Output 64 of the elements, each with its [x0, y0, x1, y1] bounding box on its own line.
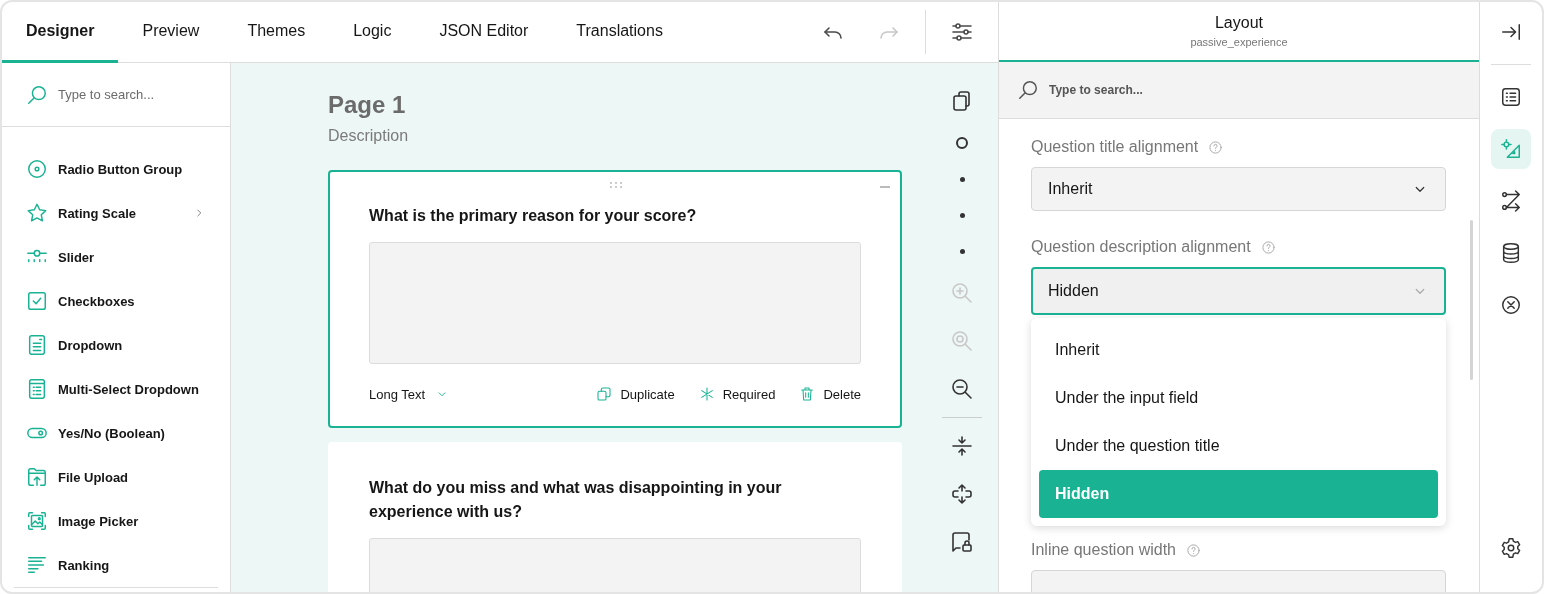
field-label: Question title alignment [1031, 138, 1199, 156]
toolbox-item[interactable]: Checkboxes [26, 279, 206, 324]
toolbox-item[interactable]: Image Picker [26, 499, 206, 544]
folder-upload-icon [26, 466, 48, 489]
tab[interactable]: Translations [552, 2, 687, 63]
required-button[interactable]: Required [698, 386, 776, 402]
tab[interactable]: Logic [329, 2, 416, 63]
page-navigator-dot[interactable] [956, 137, 968, 149]
search-field[interactable]: Type to search... [1047, 82, 1251, 98]
help-icon [1260, 239, 1276, 255]
question-title: What do you miss and what was disappointing in your experience with us? [369, 478, 783, 522]
collapse-panel-icon [1500, 21, 1522, 43]
tab[interactable]: Designer [2, 2, 119, 63]
toolbox-item[interactable]: Yes/No (Boolean) [26, 411, 206, 456]
search-field[interactable]: Type to search... [56, 86, 210, 104]
search-icon [26, 83, 48, 106]
tab[interactable]: Preview [118, 2, 224, 63]
panel-title: Layout [1214, 14, 1263, 32]
field-label: Inline question width [1031, 541, 1176, 559]
checkbox-icon [26, 290, 48, 313]
drag-handle-icon[interactable] [609, 181, 623, 189]
star-icon [26, 202, 48, 225]
page-navigator-dot[interactable] [959, 212, 965, 218]
page-title: Page 1 [328, 91, 407, 119]
settings-icon [1500, 537, 1522, 559]
dropdown-icon [26, 334, 48, 357]
list-icon [1500, 86, 1522, 108]
page-navigator-dot[interactable] [959, 248, 965, 254]
tab[interactable]: Themes [223, 2, 330, 63]
page-description: Description [328, 127, 410, 145]
toolbox-item[interactable]: Rating Scale [26, 191, 206, 236]
tab[interactable]: JSON Editor [415, 2, 553, 63]
dropdown-field[interactable]: Inherit [1031, 167, 1446, 211]
question-type-dropdown[interactable]: Long Text [369, 386, 450, 402]
question-title: What is the primary reason for your score? [369, 206, 698, 226]
trash-icon [799, 386, 816, 402]
toolbox-item[interactable]: Multi-Select Dropdown [26, 367, 206, 412]
clear-icon [1500, 294, 1522, 316]
field-label: Question description alignment [1031, 238, 1251, 256]
copy-icon [596, 386, 613, 402]
panel-subtitle: passive_experience [1190, 36, 1288, 48]
dropdown-field[interactable]: Hidden [1031, 267, 1446, 315]
dropdown-option[interactable]: Under the question title [1039, 422, 1438, 470]
toolbox-item[interactable]: File Upload [26, 455, 206, 500]
image-icon [26, 510, 48, 533]
database-icon [1500, 242, 1522, 264]
search-icon [1017, 79, 1039, 101]
toolbox-item[interactable]: Slider [26, 235, 206, 280]
radio-icon [26, 158, 48, 181]
duplicate-button[interactable]: Duplicate [596, 386, 675, 402]
toolbox-item[interactable]: Ranking [26, 543, 206, 588]
list-icon [26, 378, 48, 401]
question-card[interactable]: What is the primary reason for your score? Long Text Duplicate Required Delete [328, 170, 902, 428]
dropdown-option[interactable]: Inherit [1039, 326, 1438, 374]
toolbox-item[interactable]: Dropdown [26, 323, 206, 368]
delete-button[interactable]: Delete [799, 386, 861, 402]
help-icon [1186, 542, 1201, 558]
toolbox-item[interactable]: Radio Button Group [26, 147, 206, 192]
dropdown-option[interactable]: Under the input field [1039, 374, 1438, 422]
page-navigator-dot[interactable] [959, 176, 965, 182]
question-card[interactable]: What do you miss and what was disappointing in your experience with us? [328, 442, 902, 592]
scrollbar[interactable] [1470, 220, 1473, 380]
help-icon [1208, 139, 1224, 155]
asterisk-icon [698, 386, 715, 402]
